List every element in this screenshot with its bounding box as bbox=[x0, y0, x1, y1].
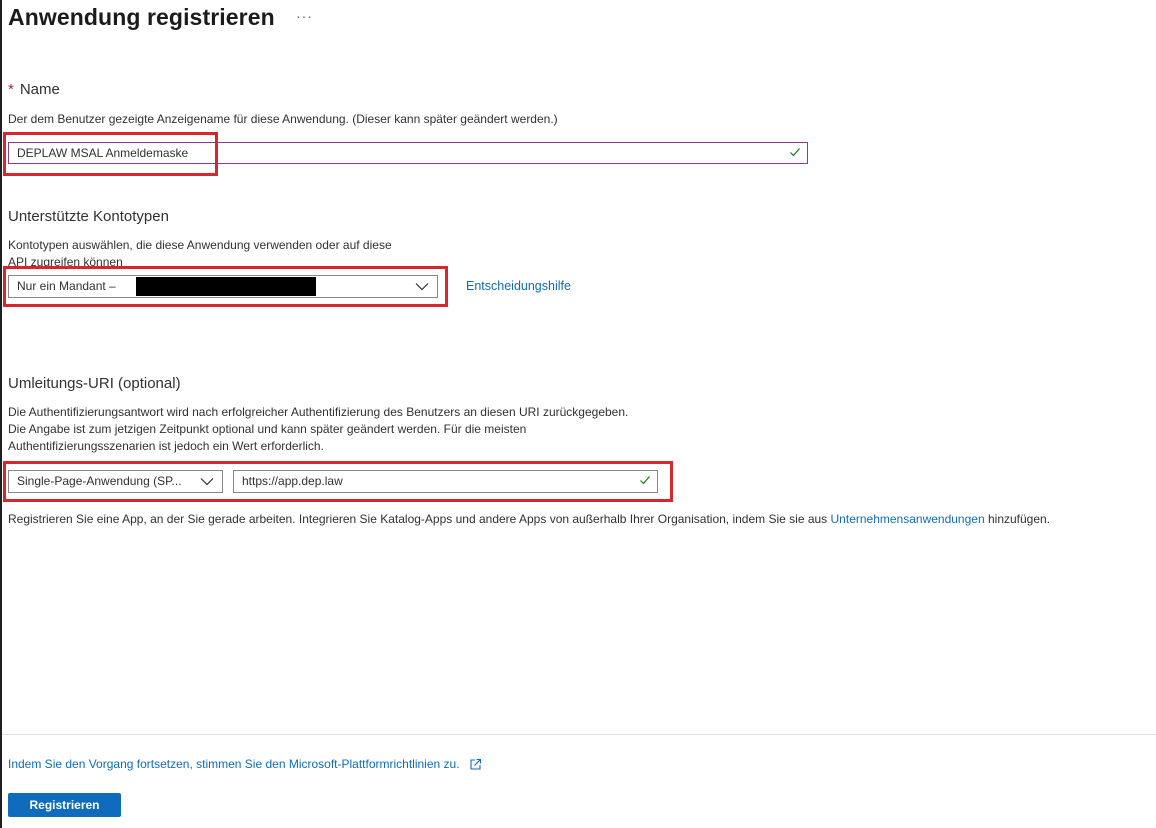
redirect-desc-line1: Die Authentifizierungsantwort wird nach … bbox=[8, 405, 629, 419]
redirect-uri-title: Umleitungs-URI (optional) bbox=[8, 375, 181, 392]
name-label: Name bbox=[19, 81, 60, 98]
enterprise-apps-link[interactable]: Unternehmensanwendungen bbox=[831, 512, 985, 526]
register-info-before: Registrieren Sie eine App, an der Sie ge… bbox=[8, 512, 831, 526]
account-types-desc-line1: Kontotypen auswählen, die diese Anwendun… bbox=[8, 238, 392, 252]
redirect-desc-line3: Authentifizierungsszenarien ist jedoch e… bbox=[8, 439, 324, 453]
decision-help-link[interactable]: Entscheidungshilfe bbox=[466, 279, 571, 293]
register-button[interactable]: Registrieren bbox=[8, 793, 121, 817]
register-info-text: Registrieren Sie eine App, an der Sie ge… bbox=[8, 511, 1050, 528]
page-title: Anwendung registrieren bbox=[8, 4, 275, 30]
redirect-desc-line2: Die Angabe ist zum jetzigen Zeitpunkt op… bbox=[8, 422, 527, 436]
valid-check-icon bbox=[790, 148, 800, 157]
name-section-title: * Name bbox=[8, 81, 60, 98]
external-link-icon bbox=[470, 759, 481, 770]
highlight-name bbox=[3, 132, 218, 176]
highlight-account-type bbox=[3, 266, 448, 307]
name-description: Der dem Benutzer gezeigte Anzeigename fü… bbox=[8, 112, 558, 126]
footer-divider bbox=[2, 734, 1156, 735]
platform-policy-link[interactable]: Indem Sie den Vorgang fortsetzen, stimme… bbox=[8, 757, 460, 771]
required-asterisk: * bbox=[8, 81, 14, 98]
platform-policy-link-container[interactable]: Indem Sie den Vorgang fortsetzen, stimme… bbox=[8, 757, 482, 771]
register-info-after: hinzufügen. bbox=[984, 512, 1051, 526]
more-options-icon[interactable]: ··· bbox=[296, 8, 313, 24]
left-border bbox=[0, 0, 2, 828]
highlight-redirect-uri bbox=[3, 461, 673, 502]
account-types-title: Unterstützte Kontotypen bbox=[8, 208, 169, 225]
redirect-uri-description: Die Authentifizierungsantwort wird nach … bbox=[8, 404, 628, 455]
